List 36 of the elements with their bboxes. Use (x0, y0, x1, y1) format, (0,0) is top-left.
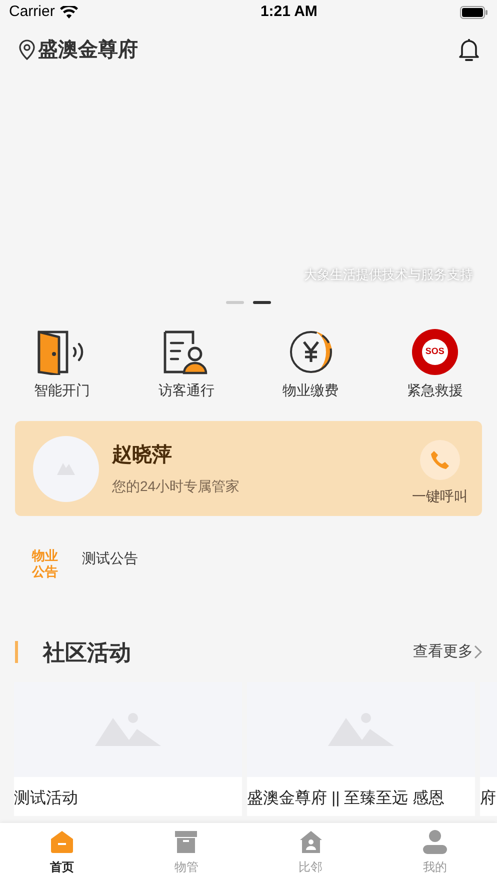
call-button[interactable] (420, 440, 460, 480)
tab[interactable]: 首页 (0, 823, 124, 883)
activity-card[interactable]: 盛澳金尊府 || 至臻至远 感恩 (247, 682, 475, 816)
call-label[interactable]: 一键呼叫 (412, 486, 468, 507)
sos-icon: SOS (412, 329, 458, 375)
carrier-text: Carrier (9, 2, 55, 22)
house-icon (298, 830, 323, 854)
home-icon (49, 830, 76, 854)
shortcut-button[interactable]: SOS 紧急救援 (372, 328, 497, 401)
person-icon (422, 830, 448, 854)
see-more-link[interactable]: 查看更多 (413, 640, 473, 664)
time-text: 1:21 AM (260, 2, 318, 22)
butler-name: 赵晓萍 (112, 443, 173, 468)
wifi-icon (60, 6, 78, 19)
activity-title: 盛澳金尊府 || 至臻至远 感恩 (247, 788, 446, 809)
shortcut-button[interactable]: 智能开门 (0, 328, 124, 401)
section-marker (15, 641, 18, 663)
battery-icon (460, 6, 488, 19)
notice-badge-text: 公告 (32, 564, 58, 580)
location-title[interactable]: 盛澳金尊府 (38, 35, 138, 65)
notice-text[interactable]: 测试公告 (82, 548, 138, 569)
section-title: 社区活动 (43, 638, 132, 666)
shortcut-button[interactable]: 访客通行 (124, 328, 248, 401)
activity-card[interactable]: 府 (480, 682, 497, 816)
chevron-right-icon (473, 645, 483, 659)
activity-card[interactable]: 测试活动 (14, 682, 242, 816)
box-icon (175, 830, 198, 854)
phone-icon (430, 450, 450, 470)
notice-badge-text: 物业 (32, 548, 58, 564)
shortcut-button[interactable]: 物业缴费 (248, 328, 373, 401)
yen-coin-icon (288, 329, 334, 375)
activity-title: 测试活动 (14, 788, 79, 809)
butler-subtitle: 您的24小时专属管家 (112, 477, 241, 496)
activity-title: 府 (480, 788, 497, 809)
location-pin-icon (18, 39, 36, 61)
bell-icon (457, 37, 481, 63)
